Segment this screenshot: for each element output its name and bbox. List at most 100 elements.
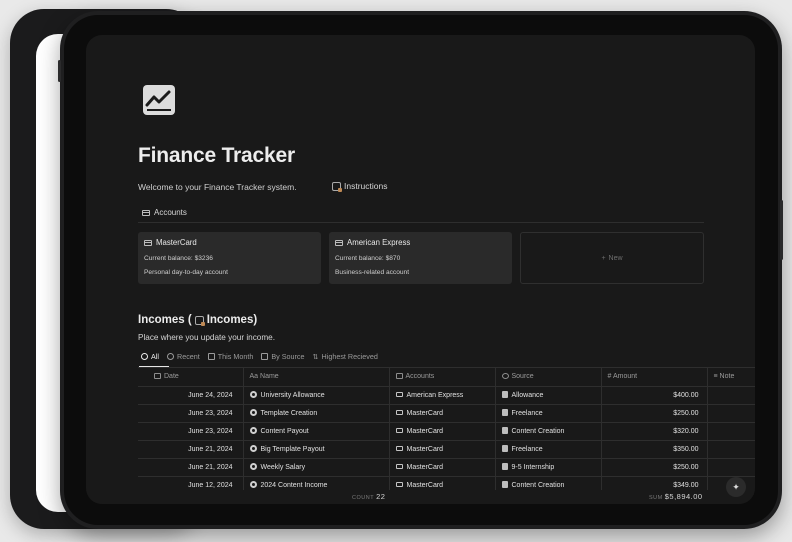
table-row[interactable]: June 24, 2024 University Allowance Ameri… xyxy=(138,386,755,405)
cell-amount: $350.00 xyxy=(601,440,708,459)
column-label: Name xyxy=(260,373,279,381)
account-text: MasterCard xyxy=(406,445,444,453)
tab-label: All xyxy=(151,352,159,361)
calendar-icon xyxy=(154,373,161,380)
account-text: MasterCard xyxy=(406,427,444,435)
incomes-title-prefix: Incomes ( xyxy=(138,314,192,326)
cell-date: June 24, 2024 xyxy=(138,386,244,405)
table-row[interactable]: June 23, 2024 Template Creation MasterCa… xyxy=(138,404,755,423)
cell-source[interactable]: Freelance xyxy=(495,404,602,423)
name-text: Template Creation xyxy=(260,410,318,417)
number-type-icon: # xyxy=(607,373,612,381)
column-header-date[interactable]: Date xyxy=(138,368,244,387)
cell-source[interactable]: Allowance xyxy=(495,386,602,405)
cell-note[interactable] xyxy=(707,458,755,477)
source-text: Allowance xyxy=(511,392,544,399)
account-text: MasterCard xyxy=(406,463,444,471)
account-text: MasterCard xyxy=(406,409,444,417)
view-tabs: All Recent This Month By Source ⇅ Highest… xyxy=(141,352,378,361)
side-button xyxy=(780,200,783,260)
cell-source[interactable]: 9-5 Internship xyxy=(495,458,602,477)
board-icon xyxy=(261,353,269,360)
incomes-title[interactable]: Incomes ( Incomes) xyxy=(138,314,257,326)
sort-icon: ⇅ xyxy=(312,352,319,361)
cell-source[interactable]: Content Creation xyxy=(495,422,602,441)
cell-amount: $250.00 xyxy=(601,458,708,477)
column-label: Source xyxy=(511,373,534,381)
cell-account[interactable]: MasterCard xyxy=(389,458,496,477)
cell-date: June 21, 2024 xyxy=(138,458,244,477)
volume-button xyxy=(58,60,61,82)
cell-note[interactable] xyxy=(707,386,755,405)
cell-name[interactable]: Template Creation xyxy=(243,404,390,423)
income-icon xyxy=(249,463,257,470)
instructions-link[interactable]: Instructions xyxy=(332,181,387,192)
cell-date: June 23, 2024 xyxy=(138,404,244,423)
account-text: MasterCard xyxy=(406,481,444,489)
cell-account[interactable]: MasterCard xyxy=(389,404,496,423)
chart-trend-icon xyxy=(143,85,175,115)
name-text: 2024 Content Income xyxy=(260,482,328,489)
column-header-note[interactable]: ≡ Note xyxy=(707,368,755,387)
column-header-source[interactable]: Source xyxy=(495,368,602,387)
cell-name[interactable]: Weekly Salary xyxy=(243,458,390,477)
divider xyxy=(138,222,704,223)
new-account-button[interactable]: + New xyxy=(520,232,704,284)
cell-note[interactable] xyxy=(707,440,755,459)
count-summary[interactable]: COUNT 22 xyxy=(352,492,385,501)
account-description: Business-related account xyxy=(335,269,410,276)
credit-card-icon xyxy=(395,391,403,397)
incomes-title-suffix: Incomes) xyxy=(206,314,258,326)
source-icon xyxy=(501,409,508,416)
sum-summary[interactable]: SUM $5,894.00 xyxy=(649,492,703,501)
tab-by-source[interactable]: By Source xyxy=(261,352,305,361)
sparkle-icon: ✦ xyxy=(732,481,740,492)
table-row[interactable]: June 21, 2024 Weekly Salary MasterCard 9… xyxy=(138,458,755,477)
cell-name[interactable]: Content Payout xyxy=(243,422,390,441)
income-icon xyxy=(249,445,257,452)
clock-icon xyxy=(167,353,174,360)
cell-amount: $250.00 xyxy=(601,404,708,423)
cell-note[interactable] xyxy=(707,404,755,423)
account-description: Personal day-to-day account xyxy=(144,269,228,276)
account-card-amex[interactable]: American Express Current balance: $870 B… xyxy=(329,232,512,284)
cell-note[interactable] xyxy=(707,422,755,441)
column-header-accounts[interactable]: Accounts xyxy=(389,368,496,387)
account-card-mastercard[interactable]: MasterCard Current balance: $3236 Person… xyxy=(138,232,321,284)
credit-card-icon xyxy=(144,239,152,246)
credit-card-icon xyxy=(395,427,403,433)
credit-card-icon xyxy=(395,445,403,451)
tab-highest-recieved[interactable]: ⇅ Highest Recieved xyxy=(313,352,378,361)
globe-icon xyxy=(141,353,148,360)
cell-account[interactable]: American Express xyxy=(389,386,496,405)
tab-all[interactable]: All xyxy=(141,352,159,361)
text-lines-icon: ≡ xyxy=(713,373,718,381)
cell-name[interactable]: University Allowance xyxy=(243,386,390,405)
page-title: Finance Tracker xyxy=(138,144,295,167)
ai-assistant-button[interactable]: ✦ xyxy=(726,477,746,497)
cell-account[interactable]: MasterCard xyxy=(389,422,496,441)
cell-source[interactable]: Freelance xyxy=(495,440,602,459)
account-card-title: MasterCard xyxy=(144,238,315,247)
tab-label: This Month xyxy=(217,352,254,361)
accounts-heading[interactable]: Accounts xyxy=(142,208,187,217)
source-text: Content Creation xyxy=(511,428,565,435)
table-row[interactable]: June 21, 2024 Big Template Payout Master… xyxy=(138,440,755,459)
tab-recent[interactable]: Recent xyxy=(167,352,200,361)
cell-name[interactable]: Big Template Payout xyxy=(243,440,390,459)
name-text: Weekly Salary xyxy=(260,464,306,471)
count-value: 22 xyxy=(376,492,386,501)
cell-account[interactable]: MasterCard xyxy=(389,440,496,459)
source-icon xyxy=(501,427,508,434)
source-icon xyxy=(501,391,508,398)
column-header-name[interactable]: Aa Name xyxy=(243,368,390,387)
column-header-amount[interactable]: # Amount xyxy=(601,368,708,387)
source-text: Freelance xyxy=(511,410,543,417)
cell-date: June 23, 2024 xyxy=(138,422,244,441)
table-header: Date Aa Name Accounts Source # Amount ≡ … xyxy=(138,368,755,387)
tab-this-month[interactable]: This Month xyxy=(207,352,254,361)
app-screen: Finance Tracker Welcome to your Finance … xyxy=(86,35,755,504)
cell-amount: $400.00 xyxy=(601,386,708,405)
table-row[interactable]: June 23, 2024 Content Payout MasterCard … xyxy=(138,422,755,441)
cell-amount: $320.00 xyxy=(601,422,708,441)
